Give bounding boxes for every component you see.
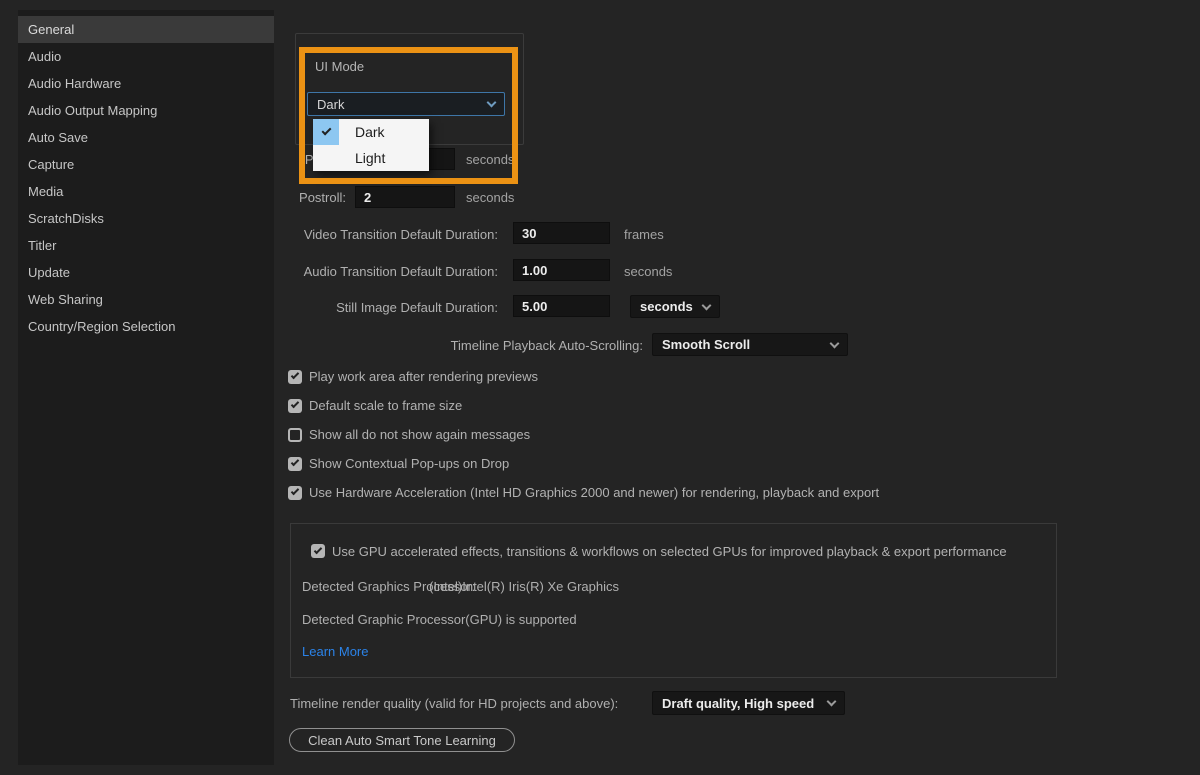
option-row: Show Contextual Pop-ups on Drop — [288, 449, 879, 478]
checkbox-label: Use Hardware Acceleration (Intel HD Grap… — [309, 485, 880, 500]
preferences-dialog: General Audio Audio Hardware Audio Output M… — [0, 0, 1200, 775]
detected-gpu-value: (Intel)Intel(R) Iris(R) Xe Graphics — [429, 579, 619, 594]
gpu-supported-text: Detected Graphic Processor(GPU) is suppo… — [302, 612, 577, 627]
ui-mode-option-label: Dark — [355, 124, 385, 140]
checkbox-label: Use GPU accelerated effects, transitions… — [332, 543, 1007, 559]
still-image-input[interactable] — [513, 295, 610, 317]
sidebar-item-media[interactable]: Media — [18, 178, 274, 205]
video-transition-input[interactable] — [513, 222, 610, 244]
chevron-down-icon — [701, 300, 712, 310]
video-transition-label: Video Transition Default Duration: — [303, 227, 498, 242]
use-gpu-accelerated-effects-transitions--checkbox[interactable] — [311, 544, 325, 558]
auto-scrolling-label: Timeline Playback Auto-Scrolling: — [450, 338, 643, 353]
general-options-list: Play work area after rendering previews D… — [288, 362, 879, 507]
checkmark-icon — [290, 486, 300, 496]
play-work-area-after-rendering-previews-checkbox[interactable] — [288, 369, 302, 384]
option-row: Show all do not show again messages — [288, 420, 879, 449]
ui-mode-open-menu: Dark Light — [313, 119, 429, 171]
audio-transition-unit: seconds — [624, 264, 673, 279]
checkmark-icon — [313, 545, 323, 554]
selected-option-checkmark-cell — [313, 119, 339, 145]
chevron-down-icon — [829, 338, 840, 348]
checkbox-label: Play work area after rendering previews — [309, 369, 539, 384]
sidebar-item-titler[interactable]: Titler — [18, 232, 274, 259]
ui-mode-option-light[interactable]: Light — [313, 145, 429, 171]
still-image-unit-value: seconds — [640, 299, 693, 314]
still-image-label: Still Image Default Duration: — [336, 300, 498, 315]
ui-mode-dropdown[interactable]: Dark — [307, 92, 505, 116]
checkmark-icon — [290, 370, 300, 380]
render-quality-dropdown[interactable]: Draft quality, High speed — [652, 691, 845, 715]
postroll-label: Postroll: — [299, 190, 346, 205]
chevron-down-icon — [826, 696, 837, 707]
option-row: Use Hardware Acceleration (Intel HD Grap… — [288, 478, 879, 507]
ui-mode-selected-value: Dark — [317, 96, 345, 112]
still-image-unit-dropdown[interactable]: seconds — [630, 295, 720, 318]
option-checkmark-cell — [313, 145, 339, 171]
sidebar-item-audio[interactable]: Audio — [18, 43, 274, 70]
ui-mode-option-dark[interactable]: Dark — [313, 119, 429, 145]
ui-mode-option-label: Light — [355, 150, 386, 166]
auto-scrolling-dropdown[interactable]: Smooth Scroll — [652, 333, 848, 356]
checkmark-icon — [321, 125, 331, 136]
sidebar-item-audio-hardware[interactable]: Audio Hardware — [18, 70, 274, 97]
use-hardware-acceleration-intel-hd-graph-checkbox[interactable] — [288, 485, 302, 500]
sidebar-item-scratchdisks[interactable]: ScratchDisks — [18, 205, 274, 232]
sidebar-item-update[interactable]: Update — [18, 259, 274, 286]
option-row: Default scale to frame size — [288, 391, 879, 420]
gpu-groupbox: Use GPU accelerated effects, transitions… — [290, 523, 1057, 678]
render-quality-value: Draft quality, High speed — [662, 695, 815, 711]
video-transition-unit: frames — [624, 227, 664, 242]
show-contextual-pop-ups-on-drop-checkbox[interactable] — [288, 456, 302, 471]
show-all-do-not-show-again-messages-checkbox[interactable] — [288, 427, 302, 442]
default-scale-to-frame-size-checkbox[interactable] — [288, 398, 302, 413]
audio-transition-label: Audio Transition Default Duration: — [303, 264, 498, 279]
sidebar-item-capture[interactable]: Capture — [18, 151, 274, 178]
sidebar-item-web-sharing[interactable]: Web Sharing — [18, 286, 274, 313]
sidebar-item-auto-save[interactable]: Auto Save — [18, 124, 274, 151]
clean-auto-smart-tone-button[interactable]: Clean Auto Smart Tone Learning — [289, 728, 515, 752]
ui-mode-label: UI Mode — [315, 59, 365, 74]
checkmark-icon — [290, 399, 300, 409]
auto-scrolling-value: Smooth Scroll — [662, 337, 751, 352]
sidebar-item-audio-output-mapping[interactable]: Audio Output Mapping — [18, 97, 274, 124]
learn-more-link[interactable]: Learn More — [302, 644, 368, 659]
preroll-unit: seconds — [466, 152, 515, 167]
postroll-unit: seconds — [466, 190, 515, 205]
option-row: Play work area after rendering previews — [288, 362, 879, 391]
preferences-category-list: General Audio Audio Hardware Audio Output M… — [18, 10, 274, 765]
checkbox-label: Default scale to frame size — [309, 398, 463, 413]
gpu-checkbox-row: Use GPU accelerated effects, transitions… — [311, 537, 1007, 565]
sidebar-item-country-region-selection[interactable]: Country/Region Selection — [18, 313, 274, 340]
chevron-down-icon — [486, 97, 497, 108]
audio-transition-input[interactable] — [513, 259, 610, 281]
checkbox-label: Show Contextual Pop-ups on Drop — [309, 456, 510, 471]
postroll-input[interactable] — [355, 186, 455, 208]
checkmark-icon — [290, 457, 300, 467]
render-quality-label: Timeline render quality (valid for HD pr… — [290, 696, 619, 711]
sidebar-item-general[interactable]: General — [18, 16, 274, 43]
checkbox-label: Show all do not show again messages — [309, 427, 531, 442]
